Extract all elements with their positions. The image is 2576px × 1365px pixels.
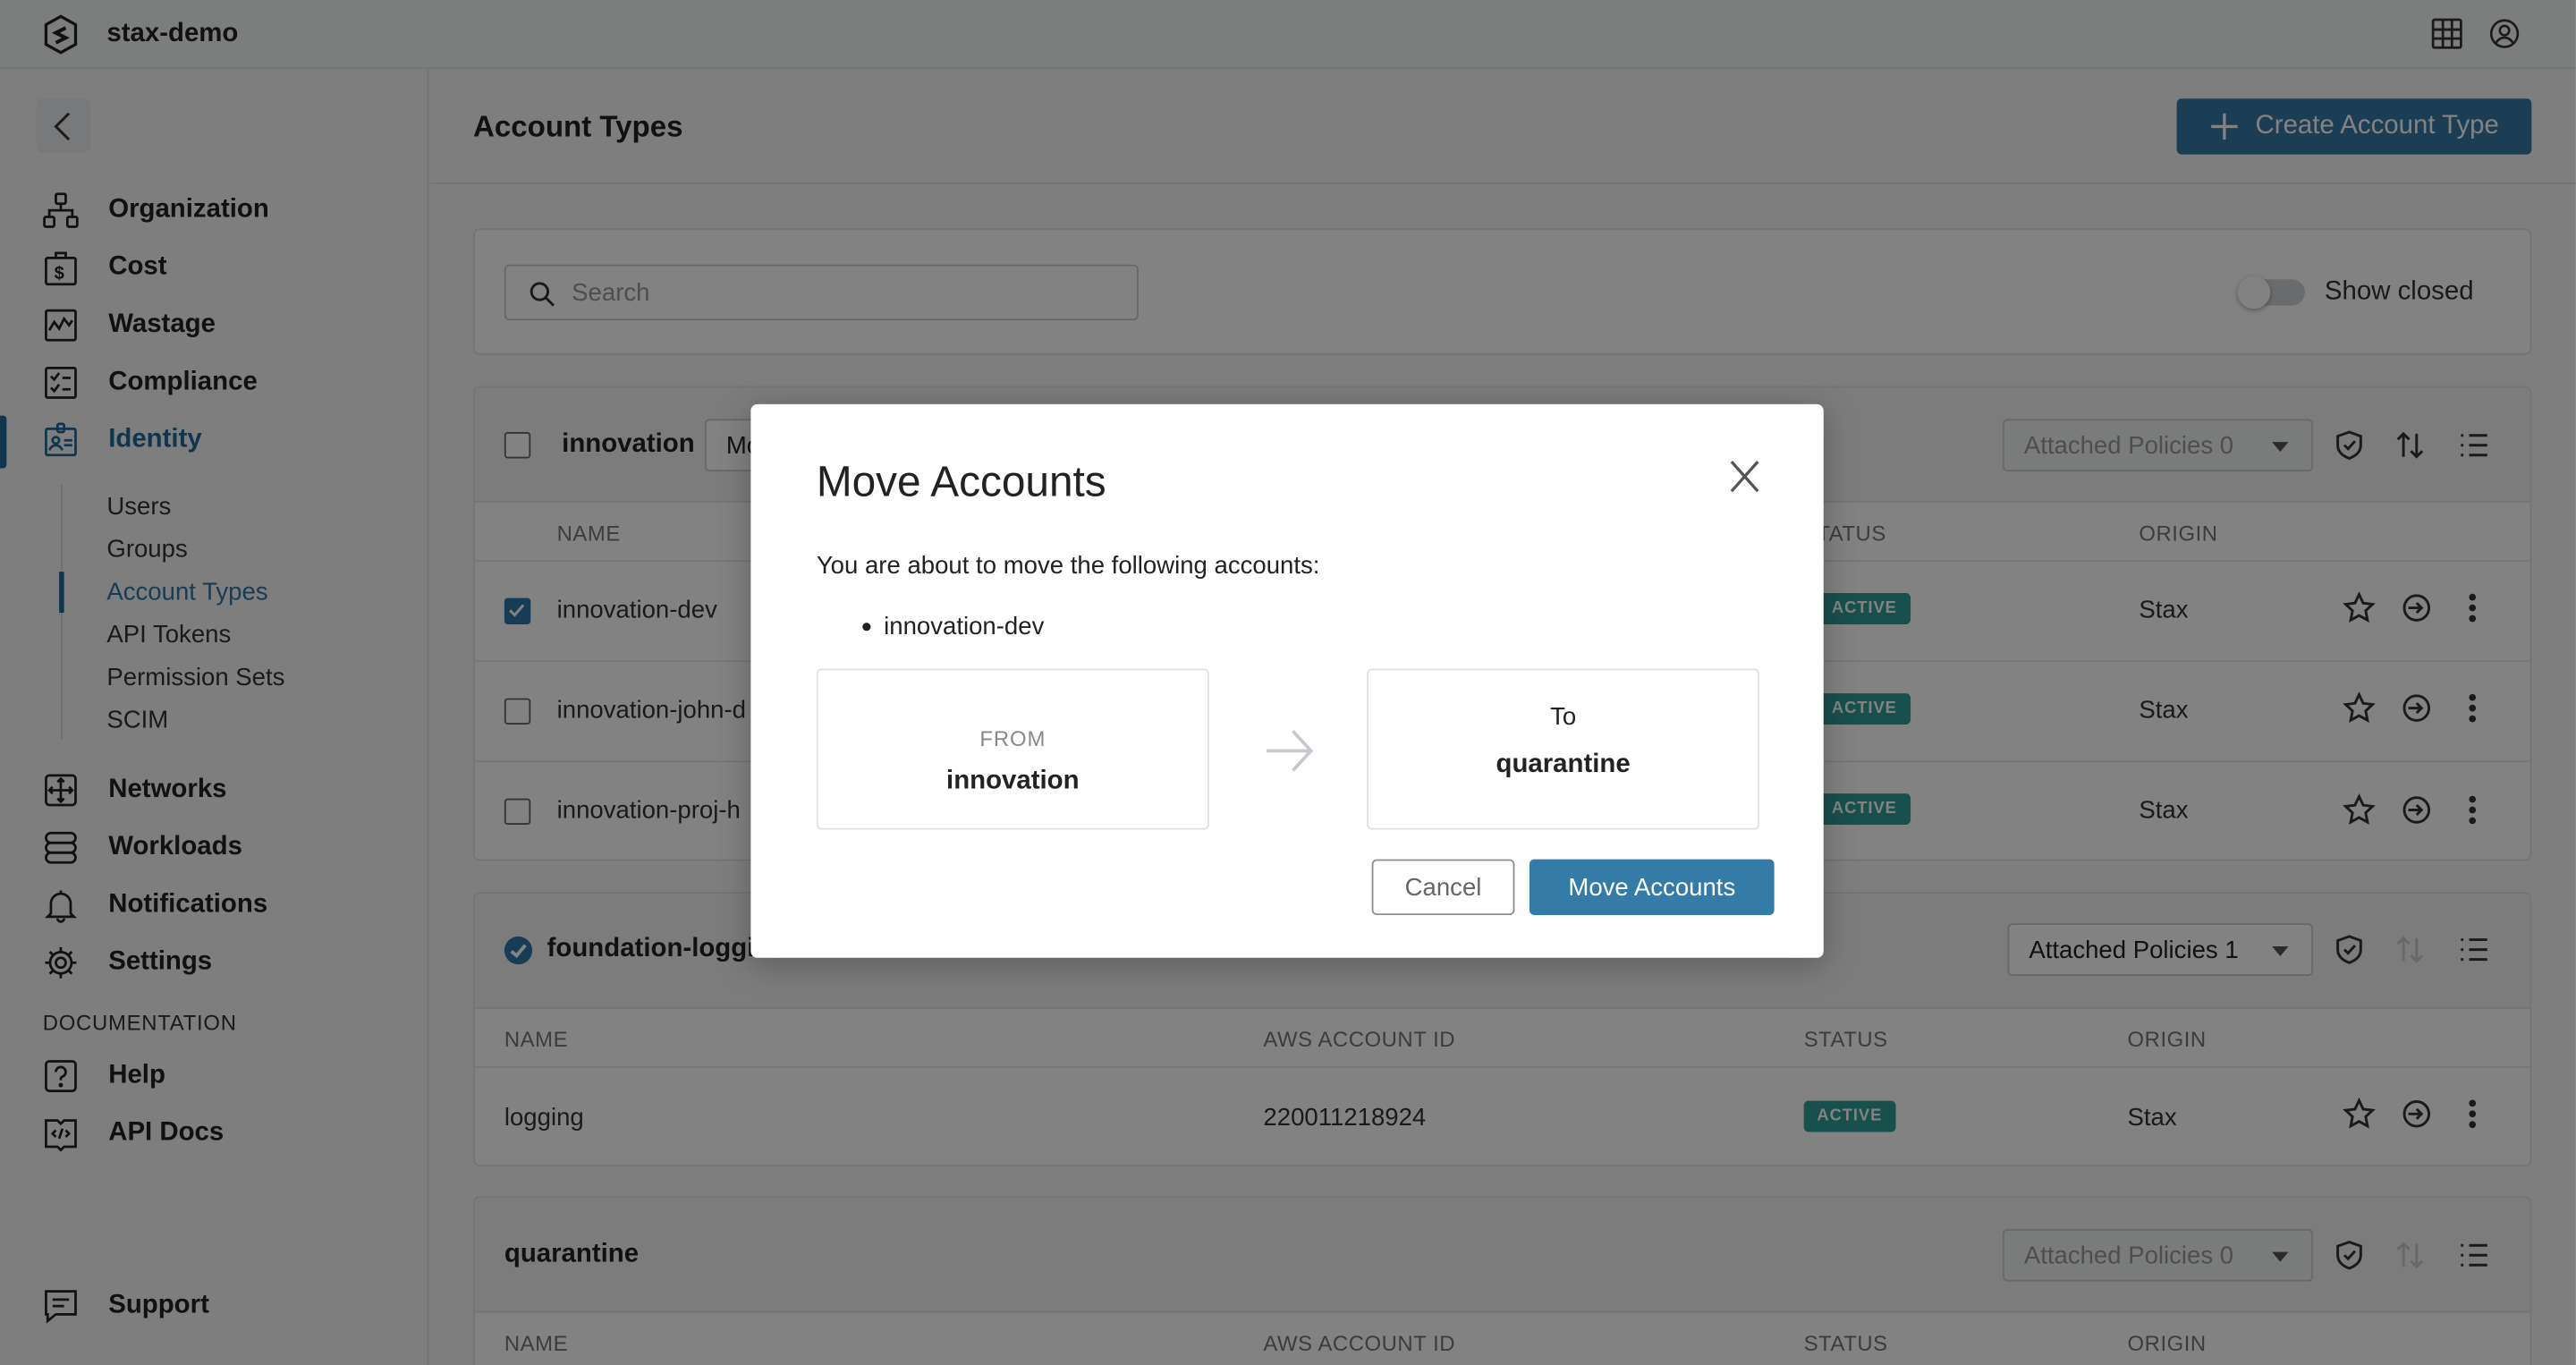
to-box[interactable]: To quarantine (1367, 668, 1760, 830)
account-list-item: innovation-dev (862, 613, 1044, 640)
move-accounts-dialog: Move Accounts You are about to move the … (750, 403, 1824, 958)
move-accounts-button[interactable]: Move Accounts (1529, 859, 1775, 916)
dialog-title: Move Accounts (816, 456, 1106, 506)
to-value: quarantine (1496, 750, 1631, 779)
close-icon[interactable] (1730, 460, 1759, 493)
from-value: innovation (946, 767, 1080, 795)
cancel-button[interactable]: Cancel (1371, 859, 1515, 916)
from-box: FROM innovation (816, 668, 1209, 830)
arrow-right-icon (1267, 730, 1314, 772)
dialog-message: You are about to move the following acco… (816, 552, 1320, 581)
to-label: To (1550, 703, 1577, 732)
from-label: FROM (979, 725, 1046, 751)
